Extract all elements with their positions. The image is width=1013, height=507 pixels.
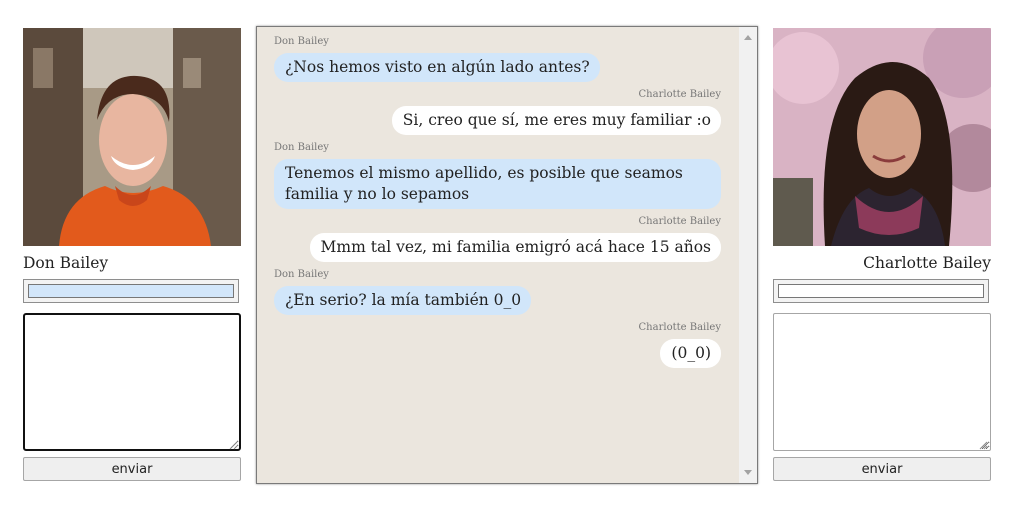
- color-swatch: [778, 284, 984, 298]
- message-sender: Don Bailey: [274, 36, 329, 47]
- arrow-up-icon[interactable]: [744, 35, 752, 40]
- message-sender: Don Bailey: [274, 269, 329, 280]
- avatar-photo-don: [23, 28, 241, 246]
- user-name: Don Bailey: [23, 254, 109, 272]
- user-panel-don: Don Bailey enviar: [23, 28, 241, 481]
- message-bubble: (0_0): [660, 339, 721, 368]
- message-item: Don Bailey ¿En serio? la mía también 0_0: [274, 268, 721, 321]
- resize-grip-icon[interactable]: [979, 441, 988, 450]
- color-picker[interactable]: [773, 279, 989, 303]
- message-sender: Charlotte Bailey: [638, 322, 721, 333]
- message-item: Don Bailey Tenemos el mismo apellido, es…: [274, 141, 721, 215]
- chat-window[interactable]: Don Bailey ¿Nos hemos visto en algún lad…: [256, 26, 758, 484]
- message-item: Charlotte Bailey Si, creo que sí, me ere…: [274, 88, 721, 141]
- message-item: Charlotte Bailey (0_0): [274, 321, 721, 374]
- message-bubble: Mmm tal vez, mi familia emigró acá hace …: [309, 233, 721, 262]
- message-bubble: ¿En serio? la mía también 0_0: [274, 286, 532, 315]
- message-list: Don Bailey ¿Nos hemos visto en algún lad…: [274, 35, 721, 374]
- message-item: Charlotte Bailey Mmm tal vez, mi familia…: [274, 215, 721, 268]
- message-bubble: Tenemos el mismo apellido, es posible qu…: [274, 159, 721, 209]
- send-button[interactable]: enviar: [23, 457, 241, 481]
- avatar-photo-charlotte: [773, 28, 991, 246]
- arrow-down-icon[interactable]: [744, 470, 752, 475]
- user-panel-charlotte: Charlotte Bailey enviar: [773, 28, 991, 481]
- chat-scrollbar[interactable]: [739, 27, 757, 483]
- message-sender: Charlotte Bailey: [638, 89, 721, 100]
- message-sender: Don Bailey: [274, 142, 329, 153]
- color-swatch: [28, 284, 234, 298]
- message-bubble: ¿Nos hemos visto en algún lado antes?: [274, 53, 600, 82]
- message-item: Don Bailey ¿Nos hemos visto en algún lad…: [274, 35, 721, 88]
- message-sender: Charlotte Bailey: [638, 216, 721, 227]
- color-picker[interactable]: [23, 279, 239, 303]
- message-bubble: Si, creo que sí, me eres muy familiar :o: [391, 106, 721, 135]
- message-input[interactable]: [773, 313, 991, 451]
- message-input[interactable]: [23, 313, 241, 451]
- send-button[interactable]: enviar: [773, 457, 991, 481]
- resize-grip-icon[interactable]: [229, 441, 238, 450]
- user-name: Charlotte Bailey: [863, 254, 991, 272]
